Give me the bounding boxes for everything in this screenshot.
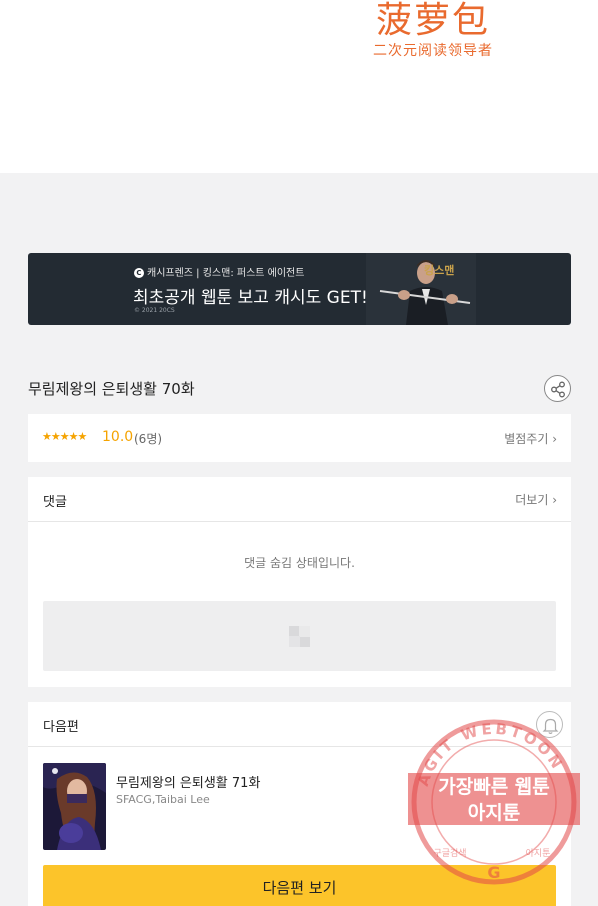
top-ad-area: 菠萝包 二次元阅读领导者 <box>0 0 598 173</box>
next-header: 다음편 <box>43 720 79 735</box>
banner-brand-text: 캐시프렌즈 | 킹스맨: 퍼스트 에이전트 <box>147 268 305 279</box>
banner-brand: C 캐시프렌즈 | 킹스맨: 퍼스트 에이전트 <box>134 264 304 279</box>
comments-header: 댓글 <box>43 495 67 510</box>
divider <box>28 521 571 522</box>
rate-button[interactable]: 별점주기 › <box>504 430 557 447</box>
ad-placeholder[interactable] <box>43 601 556 671</box>
logo-tagline: 二次元阅读领导者 <box>373 43 493 59</box>
comments-card: 댓글 더보기 › 댓글 숨김 상태입니다. <box>28 477 571 687</box>
rating-votes: (6명) <box>134 432 163 446</box>
sfacg-logo[interactable]: 菠萝包 二次元阅读领导者 <box>358 0 508 72</box>
kingsman-logo: 킹스맨 <box>424 264 455 277</box>
episode-title: 무림제왕의 은퇴생활 70화 <box>28 380 195 398</box>
banner-character-image <box>366 253 476 325</box>
image-placeholder-icon <box>289 626 310 647</box>
next-episode-card: 다음편 무림제왕의 은퇴생활 71화 SFACG,Taibai Lee 다음편 … <box>28 702 571 906</box>
share-icon <box>551 381 565 398</box>
rating-score: 10.0 <box>102 429 134 445</box>
comments-more-link[interactable]: 더보기 › <box>515 491 557 508</box>
next-episode-button[interactable]: 다음편 보기 <box>43 865 556 906</box>
next-episode-title[interactable]: 무림제왕의 은퇴생활 71화 <box>116 772 260 791</box>
next-episode-thumbnail[interactable] <box>43 763 106 850</box>
logo-title: 菠萝包 <box>375 0 490 41</box>
cash-friends-icon: C <box>134 268 144 278</box>
promo-banner[interactable]: C 캐시프렌즈 | 킹스맨: 퍼스트 에이전트 최초공개 웹툰 보고 캐시도 GE… <box>28 253 571 325</box>
bell-icon <box>542 718 559 734</box>
divider <box>28 746 571 747</box>
banner-copyright: © 2021 20CS <box>134 307 175 314</box>
share-button[interactable] <box>544 375 571 402</box>
rating-card: ★★★★★ 10.0 (6명) 별점주기 › <box>28 414 571 462</box>
rating-stars: ★★★★★ <box>42 430 87 443</box>
banner-headline: 최초공개 웹툰 보고 캐시도 GET! <box>133 288 368 308</box>
comments-hidden-message: 댓글 숨김 상태입니다. <box>244 556 355 570</box>
next-episode-author: SFACG,Taibai Lee <box>116 793 210 806</box>
notify-button[interactable] <box>536 711 563 738</box>
